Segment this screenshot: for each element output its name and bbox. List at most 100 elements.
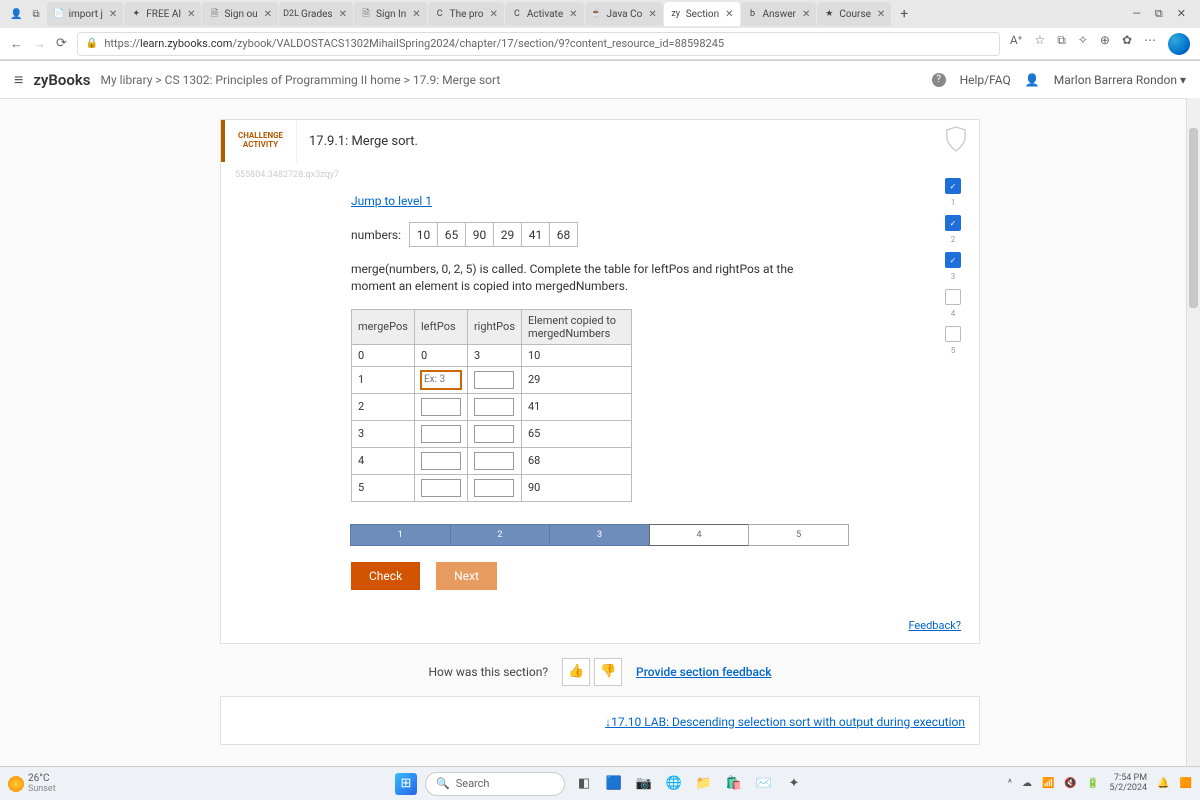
favicon: ★	[823, 8, 835, 20]
mail-icon[interactable]: ✉️	[753, 773, 775, 795]
pos-input[interactable]	[474, 371, 514, 389]
question-id: 555804.3482728.qx3zqy7	[221, 162, 979, 184]
onedrive-icon[interactable]: ☁	[1022, 778, 1032, 789]
close-tab-icon[interactable]: ✕	[802, 9, 810, 20]
taskbar-search[interactable]: 🔍Search	[425, 772, 565, 796]
progress-step[interactable]: 5	[748, 524, 849, 546]
refresh-button[interactable]: ⟳	[56, 36, 67, 51]
close-window-icon[interactable]: ✕	[1177, 7, 1186, 21]
close-tab-icon[interactable]: ✕	[490, 9, 498, 20]
browser-tab[interactable]: ✦FREE AI✕	[124, 2, 201, 26]
close-tab-icon[interactable]: ✕	[648, 9, 656, 20]
pos-input[interactable]	[421, 398, 461, 416]
pos-input[interactable]	[474, 452, 514, 470]
star-icon[interactable]: ☆	[1034, 33, 1045, 55]
close-tab-icon[interactable]: ✕	[877, 9, 885, 20]
url-input[interactable]: 🔒 https://learn.zybooks.com/zybook/VALDO…	[77, 32, 1000, 56]
copilot-tray-icon[interactable]: 🟧	[1180, 778, 1192, 789]
progress-step[interactable]: 3	[549, 524, 650, 546]
collections-icon[interactable]: ⊕	[1100, 33, 1110, 55]
close-tab-icon[interactable]: ✕	[569, 9, 577, 20]
browser-tab[interactable]: 🗎Sign ou✕	[202, 2, 278, 26]
pos-input[interactable]	[421, 452, 461, 470]
profile-icon[interactable]: 👤	[10, 9, 22, 20]
browser-tab[interactable]: ★Course✕	[817, 2, 891, 26]
browser-tab[interactable]: D2LGrades✕	[279, 2, 353, 26]
system-tray: ^ ☁ 📶 🔇 🔋 7:54 PM 5/2/2024 🔔 🟧	[1008, 774, 1192, 794]
chevron-up-icon[interactable]: ^	[1008, 778, 1012, 789]
browser-tab[interactable]: CThe pro✕	[428, 2, 504, 26]
browser-tab[interactable]: ☕Java Co✕	[585, 2, 663, 26]
help-icon[interactable]: ?	[932, 73, 946, 87]
cell: 1	[352, 366, 415, 393]
progress-step[interactable]: 1	[350, 524, 451, 546]
thumbs-up-button[interactable]: 👍	[562, 658, 590, 686]
browser-tab[interactable]: bAnswer✕	[741, 2, 817, 26]
page-content: CHALLENGE ACTIVITY 17.9.1: Merge sort. ✓…	[0, 99, 1200, 767]
menu-icon[interactable]: ≡	[14, 70, 23, 90]
next-section-card[interactable]: ↓17.10 LAB: Descending selection sort wi…	[220, 696, 980, 745]
notifications-icon[interactable]: 🔔	[1157, 778, 1169, 789]
start-button[interactable]: ⊞	[395, 773, 417, 795]
progress-step[interactable]: 4	[649, 524, 750, 546]
app-icon-1[interactable]: 🟦	[603, 773, 625, 795]
help-link[interactable]: Help/FAQ	[960, 73, 1011, 87]
close-tab-icon[interactable]: ✕	[187, 9, 195, 20]
jump-to-level-link[interactable]: Jump to level 1	[351, 194, 432, 208]
split-icon[interactable]: ⧉	[1057, 33, 1066, 55]
pos-input[interactable]	[421, 425, 461, 443]
pos-input[interactable]	[421, 479, 461, 497]
close-tab-icon[interactable]: ✕	[109, 9, 117, 20]
scrollbar-thumb[interactable]	[1189, 128, 1198, 308]
pos-input[interactable]	[474, 398, 514, 416]
pos-input[interactable]	[421, 371, 461, 389]
tab-label: Grades	[301, 9, 333, 20]
explorer-icon[interactable]: 📁	[693, 773, 715, 795]
copilot-icon[interactable]	[1168, 33, 1190, 55]
browser-tab[interactable]: 📄import j✕	[47, 2, 124, 26]
zybooks-logo[interactable]: zyBooks	[33, 71, 90, 89]
col-rightpos: rightPos	[467, 309, 521, 344]
clock[interactable]: 7:54 PM 5/2/2024	[1109, 774, 1147, 794]
new-tab-button[interactable]: +	[892, 6, 916, 22]
feedback-link[interactable]: Feedback?	[908, 619, 961, 632]
user-menu[interactable]: Marlon Barrera Rondon ▾	[1054, 73, 1186, 87]
app-icon-2[interactable]: 📷	[633, 773, 655, 795]
maximize-icon[interactable]: ⧉	[1155, 7, 1163, 21]
check-button[interactable]: Check	[351, 562, 420, 590]
back-button[interactable]: ←	[10, 36, 23, 52]
app-icon-3[interactable]: ✦	[783, 773, 805, 795]
search-icon: 🔍	[436, 777, 450, 790]
next-button[interactable]: Next	[436, 562, 497, 590]
close-tab-icon[interactable]: ✕	[725, 9, 733, 20]
next-section-link[interactable]: ↓17.10 LAB: Descending selection sort wi…	[605, 715, 965, 729]
scrollbar[interactable]	[1186, 98, 1200, 766]
tab-actions-icon[interactable]: ⧉	[32, 9, 39, 20]
close-tab-icon[interactable]: ✕	[412, 9, 420, 20]
browser-tab[interactable]: CActivate✕	[505, 2, 584, 26]
close-tab-icon[interactable]: ✕	[264, 9, 272, 20]
edge-app-icon[interactable]: 🌐	[663, 773, 685, 795]
volume-icon[interactable]: 🔇	[1064, 778, 1076, 789]
more-icon[interactable]: ⋯	[1144, 33, 1156, 55]
store-icon[interactable]: 🛍️	[723, 773, 745, 795]
pos-input[interactable]	[474, 479, 514, 497]
thumbs-down-button[interactable]: 👎	[594, 658, 622, 686]
table-row: 00310	[352, 344, 632, 366]
task-view-icon[interactable]: ◧	[573, 773, 595, 795]
favorites-icon[interactable]: ✧	[1078, 33, 1088, 55]
extensions-icon[interactable]: ✿	[1122, 33, 1132, 55]
close-tab-icon[interactable]: ✕	[339, 9, 347, 20]
weather-widget[interactable]: 26°C Sunset	[8, 773, 56, 794]
battery-icon[interactable]: 🔋	[1087, 778, 1099, 789]
provide-feedback-link[interactable]: Provide section feedback	[636, 665, 772, 679]
progress-step[interactable]: 2	[450, 524, 551, 546]
forward-button[interactable]: →	[33, 36, 46, 52]
wifi-icon[interactable]: 📶	[1042, 778, 1054, 789]
breadcrumb[interactable]: My library > CS 1302: Principles of Prog…	[101, 73, 501, 87]
pos-input[interactable]	[474, 425, 514, 443]
read-aloud-icon[interactable]: A⁺	[1010, 33, 1023, 55]
minimize-icon[interactable]: ―	[1132, 7, 1141, 21]
browser-tab[interactable]: 🗎Sign In✕	[354, 2, 427, 26]
browser-tab[interactable]: zySection✕	[664, 2, 740, 26]
